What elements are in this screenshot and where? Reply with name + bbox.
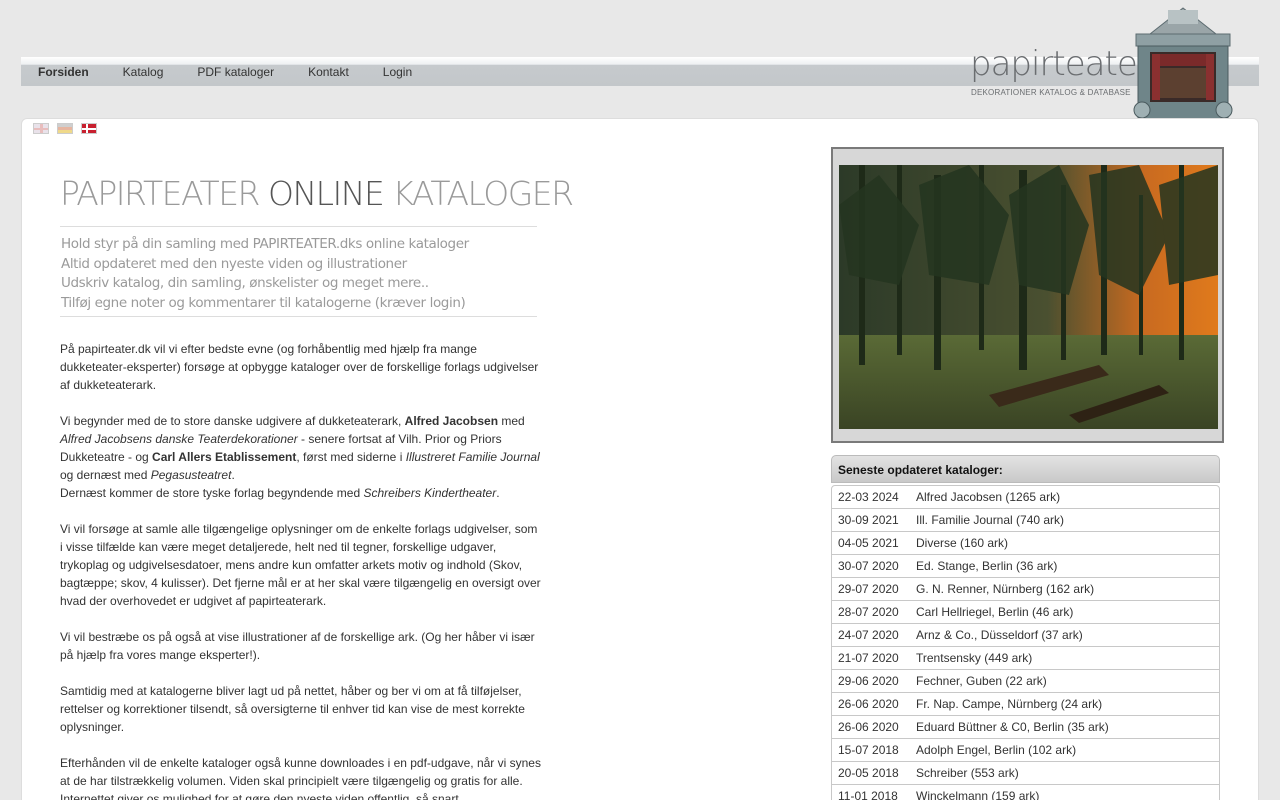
title-part-online: ONLINE	[267, 174, 385, 213]
paragraph: På papirteater.dk vil vi efter bedste ev…	[60, 342, 539, 392]
intro-text: På papirteater.dk vil vi efter bedste ev…	[60, 340, 542, 800]
catalog-link[interactable]: Diverse (160 ark)	[916, 536, 1219, 554]
paragraph: Efterhånden vil de enkelte kataloger ogs…	[60, 756, 541, 800]
tagline: Udskriv katalog, din samling, ønskeliste…	[61, 275, 429, 291]
catalog-link[interactable]: Ill. Familie Journal (740 ark)	[916, 513, 1219, 531]
catalog-link[interactable]: Carl Hellriegel, Berlin (46 ark)	[916, 605, 1219, 623]
divider-top	[60, 226, 537, 227]
catalog-link[interactable]: Fr. Nap. Campe, Nürnberg (24 ark)	[916, 697, 1219, 715]
uk-flag-icon[interactable]	[33, 123, 49, 134]
latest-catalogs-header: Seneste opdateret kataloger:	[831, 455, 1220, 483]
tagline-list: Hold styr på din samling med PAPIRTEATER…	[61, 235, 469, 313]
catalog-link[interactable]: Eduard Büttner & C0, Berlin (35 ark)	[916, 720, 1219, 738]
catalog-link[interactable]: Fechner, Guben (22 ark)	[916, 674, 1219, 692]
nav-item-login[interactable]: Login	[366, 57, 429, 86]
list-item[interactable]: 21-07 2020 Trentsensky (449 ark)	[832, 647, 1219, 670]
paragraph: Vi begynder med de to store danske udgiv…	[60, 414, 540, 500]
list-item[interactable]: 26-06 2020 Fr. Nap. Campe, Nürnberg (24 a…	[832, 693, 1219, 716]
catalog-link[interactable]: Alfred Jacobsen (1265 ark)	[916, 490, 1219, 508]
page-title: PAPIRTEATER ONLINE KATALOGER	[60, 174, 574, 213]
tagline: Hold styr på din samling med PAPIRTEATER…	[61, 236, 469, 252]
catalog-date: 30-07 2020	[838, 559, 899, 573]
title-part-kataloger: KATALOGER	[392, 174, 574, 213]
catalog-link[interactable]: G. N. Renner, Nürnberg (162 ark)	[916, 582, 1219, 600]
de-flag-icon[interactable]	[57, 123, 73, 134]
nav-item-forsiden[interactable]: Forsiden	[21, 57, 106, 86]
catalog-link[interactable]: Trentsensky (449 ark)	[916, 651, 1219, 669]
paragraph: Vi vil bestræbe os på også at vise illus…	[60, 630, 535, 662]
catalog-link[interactable]: Schreiber (553 ark)	[916, 766, 1219, 784]
list-item[interactable]: 04-05 2021 Diverse (160 ark)	[832, 532, 1219, 555]
forest-scene-image[interactable]	[839, 165, 1218, 429]
paragraph: Vi vil forsøge at samle alle tilgængelig…	[60, 522, 541, 608]
tagline: Altid opdateret med den nyeste viden og …	[61, 255, 407, 272]
catalog-date: 04-05 2021	[838, 536, 899, 550]
list-item[interactable]: 15-07 2018 Adolph Engel, Berlin (102 ark)	[832, 739, 1219, 762]
catalog-link[interactable]: Ed. Stange, Berlin (36 ark)	[916, 559, 1219, 577]
list-item[interactable]: 28-07 2020 Carl Hellriegel, Berlin (46 ar…	[832, 601, 1219, 624]
catalog-date: 29-06 2020	[838, 674, 899, 688]
divider-bottom	[60, 316, 537, 317]
list-item[interactable]: 29-07 2020 G. N. Renner, Nürnberg (162 ar…	[832, 578, 1219, 601]
list-item[interactable]: 11-01 2018 Winckelmann (159 ark)	[832, 785, 1219, 800]
catalog-date: 26-06 2020	[838, 720, 899, 734]
list-item[interactable]: 26-06 2020 Eduard Büttner & C0, Berlin (3…	[832, 716, 1219, 739]
catalog-date: 20-05 2018	[838, 766, 899, 780]
catalog-date: 21-07 2020	[838, 651, 899, 665]
logo-title[interactable]: papirteater	[970, 44, 1151, 84]
catalog-date: 28-07 2020	[838, 605, 899, 619]
title-part-papirteater: PAPIRTEATER	[60, 174, 260, 213]
catalog-date: 29-07 2020	[838, 582, 899, 596]
catalog-date: 11-01 2018	[838, 789, 898, 800]
nav-item-katalog[interactable]: Katalog	[106, 57, 181, 86]
catalog-date: 30-09 2021	[838, 513, 899, 527]
list-item[interactable]: 30-09 2021 Ill. Familie Journal (740 ark)	[832, 509, 1219, 532]
catalog-link[interactable]: Adolph Engel, Berlin (102 ark)	[916, 743, 1219, 761]
list-item[interactable]: 22-03 2024 Alfred Jacobsen (1265 ark)	[832, 486, 1219, 509]
logo-subtitle: DEKORATIONER KATALOG & DATABASE	[971, 88, 1131, 97]
list-item[interactable]: 30-07 2020 Ed. Stange, Berlin (36 ark)	[832, 555, 1219, 578]
paragraph: Samtidig med at katalogerne bliver lagt …	[60, 684, 525, 734]
catalog-date: 22-03 2024	[838, 490, 899, 504]
featured-illustration[interactable]	[831, 147, 1224, 443]
list-item[interactable]: 24-07 2020 Arnz & Co., Düsseldorf (37 ark…	[832, 624, 1219, 647]
nav-item-pdf-kataloger[interactable]: PDF kataloger	[180, 57, 291, 86]
catalog-link[interactable]: Winckelmann (159 ark)	[916, 789, 1219, 800]
catalog-date: 15-07 2018	[838, 743, 899, 757]
list-item[interactable]: 20-05 2018 Schreiber (553 ark)	[832, 762, 1219, 785]
catalog-link[interactable]: Arnz & Co., Düsseldorf (37 ark)	[916, 628, 1219, 646]
tagline: Tilføj egne noter og kommentarer til kat…	[61, 294, 466, 311]
dk-flag-icon[interactable]	[81, 123, 97, 134]
language-selector	[33, 123, 97, 134]
nav-item-kontakt[interactable]: Kontakt	[291, 57, 366, 86]
catalog-date: 24-07 2020	[838, 628, 899, 642]
list-item[interactable]: 29-06 2020 Fechner, Guben (22 ark)	[832, 670, 1219, 693]
catalog-date: 26-06 2020	[838, 697, 899, 711]
latest-catalogs-list: 22-03 2024 Alfred Jacobsen (1265 ark) 30-0…	[831, 485, 1220, 800]
